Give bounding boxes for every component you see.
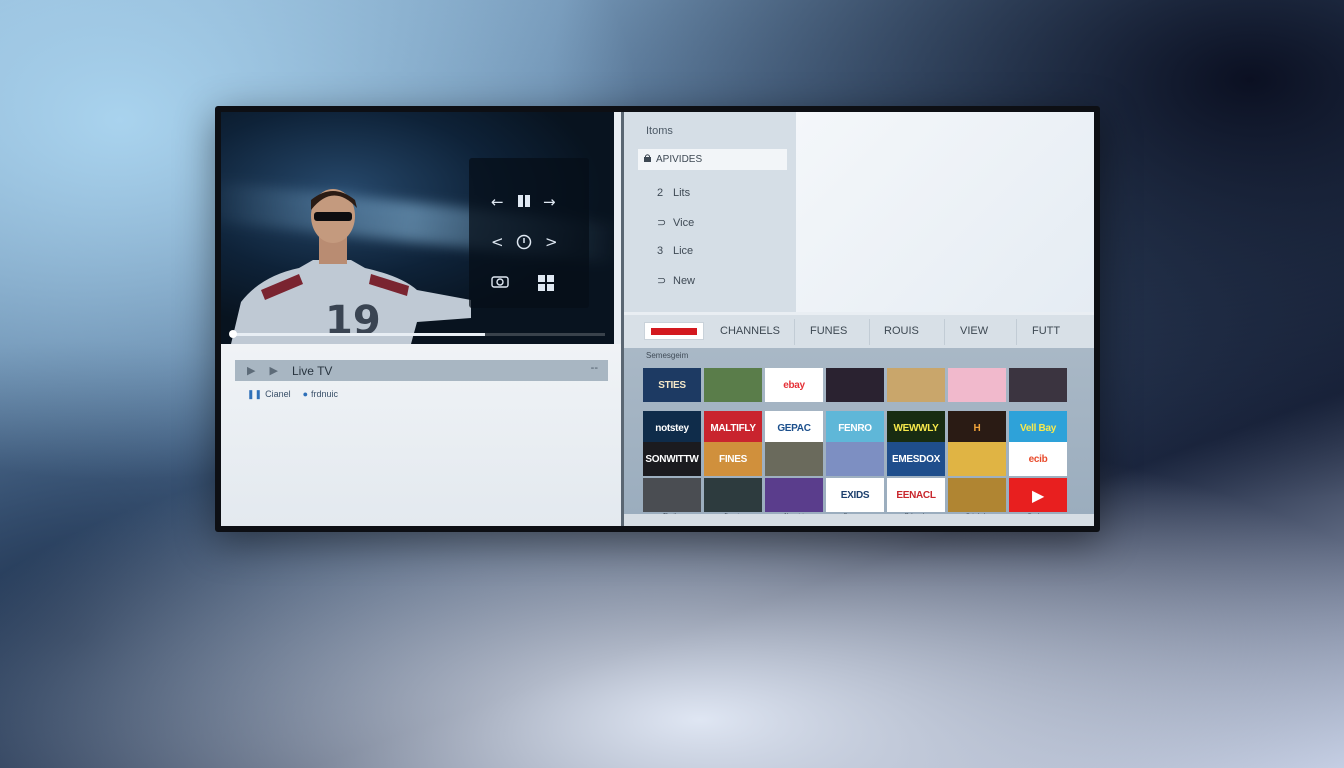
- grid-label: Semesgeim: [646, 351, 689, 360]
- menu-item-vice[interactable]: ⊃ Vice: [657, 216, 694, 229]
- live-panel: ▶ ▶ Live TV -- ❚❚ Cianel ● frdnuic: [221, 344, 623, 526]
- live-tv-bar[interactable]: ▶ ▶ Live TV --: [235, 360, 608, 381]
- menu-item-active[interactable]: APIVIDES: [638, 149, 787, 170]
- tv-screen: 19 ← → < > ▶ ▶ Live TV -- ❚❚ Cianel ● fr…: [221, 112, 1094, 526]
- menu-item-label: APIVIDES: [656, 154, 703, 165]
- play-next-icon[interactable]: ▶: [269, 364, 277, 377]
- menu-item-lice[interactable]: 3 Lice: [657, 245, 693, 257]
- app-tile[interactable]: [948, 442, 1006, 476]
- app-tile[interactable]: [765, 478, 823, 512]
- live-tv-title: Live TV: [291, 363, 333, 378]
- app-tile[interactable]: EMESDOX: [887, 442, 945, 476]
- bottom-strip: [624, 514, 1094, 526]
- app-tile[interactable]: [1009, 368, 1067, 402]
- preview-panel: [796, 112, 1094, 312]
- app-tile[interactable]: [948, 368, 1006, 402]
- app-tile[interactable]: FINES: [704, 442, 762, 476]
- tab-channels[interactable]: CHANNELS: [720, 325, 780, 337]
- app-tile[interactable]: FENRO: [826, 411, 884, 445]
- menu-item-lits[interactable]: 2 Lits: [657, 187, 690, 199]
- app-tile[interactable]: [765, 442, 823, 476]
- globe-icon: ●: [302, 389, 309, 399]
- app-grid: Semesgeim STIES ebay notstey MALTIFLY GEPAC F…: [624, 348, 1094, 519]
- tab-separator: [869, 319, 870, 345]
- app-tile[interactable]: H: [948, 411, 1006, 445]
- more-options[interactable]: --: [591, 362, 598, 374]
- playback-progress[interactable]: [229, 330, 605, 338]
- brand-tab[interactable]: [644, 322, 704, 340]
- chevron-left-icon[interactable]: <: [491, 234, 504, 250]
- menu-heading: Itoms: [646, 125, 673, 137]
- jersey-number: 19: [325, 298, 381, 344]
- app-tile[interactable]: MALTIFLY: [704, 411, 762, 445]
- camera-icon[interactable]: [491, 274, 509, 291]
- chevron-right-icon[interactable]: >: [545, 234, 558, 250]
- tab-futt[interactable]: FUTT: [1032, 325, 1060, 337]
- app-tile[interactable]: [887, 368, 945, 402]
- app-tile[interactable]: GEPAC: [765, 411, 823, 445]
- schedule-link[interactable]: ● frdnuic: [303, 389, 338, 400]
- live-sublinks: ❚❚ Cianel ● frdnuic: [247, 389, 338, 400]
- bars-icon: ❚❚: [247, 389, 263, 399]
- lock-icon: [644, 154, 651, 162]
- app-tile[interactable]: [643, 478, 701, 512]
- pause-icon[interactable]: [517, 194, 531, 211]
- tab-separator: [794, 319, 795, 345]
- arrow-right-icon[interactable]: →: [543, 194, 556, 210]
- tab-separator: [1016, 319, 1017, 345]
- app-tile[interactable]: [826, 442, 884, 476]
- app-tile[interactable]: [948, 478, 1006, 512]
- grid-icon[interactable]: [537, 274, 555, 295]
- app-tile[interactable]: EENACL: [887, 478, 945, 512]
- tab-separator: [944, 319, 945, 345]
- channel-link[interactable]: ❚❚ Cianel: [247, 389, 291, 400]
- app-tile[interactable]: [826, 368, 884, 402]
- app-tile[interactable]: notstey: [643, 411, 701, 445]
- tab-view[interactable]: VIEW: [960, 325, 988, 337]
- tv-frame: 19 ← → < > ▶ ▶ Live TV -- ❚❚ Cianel ● fr…: [215, 106, 1100, 532]
- app-tile[interactable]: [704, 368, 762, 402]
- tab-funes[interactable]: FUNES: [810, 325, 847, 337]
- power-icon[interactable]: [516, 234, 532, 253]
- playback-start-knob[interactable]: [229, 330, 237, 338]
- player-controls-overlay: ← → < >: [469, 158, 589, 308]
- app-tile[interactable]: Vell Bay: [1009, 411, 1067, 445]
- side-menu: Itoms APIVIDES 2 Lits ⊃ Vice 3 Lice ⊃ New: [624, 112, 796, 312]
- menu-item-new[interactable]: ⊃ New: [657, 274, 695, 287]
- app-tile[interactable]: STIES: [643, 368, 701, 402]
- playback-progress-fill: [231, 333, 486, 336]
- app-tile[interactable]: WEWWLY: [887, 411, 945, 445]
- app-tile[interactable]: [704, 478, 762, 512]
- app-tile[interactable]: ▶: [1009, 478, 1067, 512]
- tabs-bar: CHANNELS FUNES ROUIS VIEW FUTT: [624, 315, 1094, 348]
- play-icon[interactable]: ▶: [247, 364, 255, 377]
- app-tile[interactable]: ebay: [765, 368, 823, 402]
- app-tile[interactable]: ecib: [1009, 442, 1067, 476]
- arrow-left-icon[interactable]: ←: [491, 194, 504, 210]
- app-tile[interactable]: SONWITTW: [643, 442, 701, 476]
- video-player[interactable]: 19 ← → < >: [221, 112, 614, 344]
- app-tile[interactable]: EXIDS: [826, 478, 884, 512]
- tab-rouis[interactable]: ROUIS: [884, 325, 919, 337]
